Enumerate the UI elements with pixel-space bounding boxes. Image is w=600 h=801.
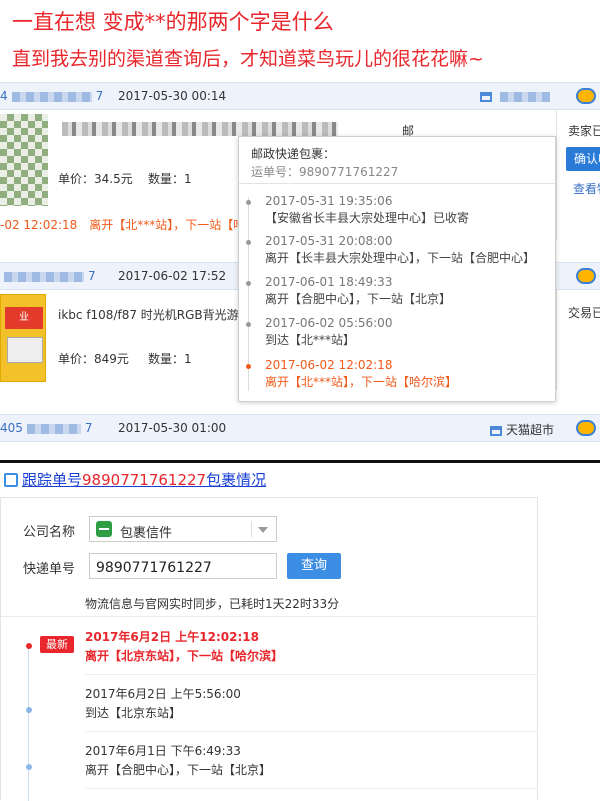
- tracking-event-latest: 2017年6月2日 上午12:02:18 离开【北京东站】，下一站【哈尔滨】: [85, 630, 284, 663]
- wangwang-icon[interactable]: [576, 88, 596, 104]
- newest-badge: 最新: [40, 636, 74, 653]
- caption-line-1: 一直在想 变成**的那两个字是什么: [12, 10, 334, 34]
- wangwang-icon[interactable]: [576, 268, 596, 284]
- column-divider: [556, 110, 557, 240]
- timeline-dot: [26, 707, 32, 713]
- order-header: 405 7 2017-05-30 01:00 天猫超市: [0, 414, 600, 442]
- item-thumbnail[interactable]: [0, 114, 48, 206]
- popup-event: 2017-05-31 20:08:00 离开【长丰县大宗处理中心】，下一站【合肥中…: [265, 234, 536, 265]
- popup-divider: [239, 183, 555, 184]
- timeline-dot: [246, 200, 251, 205]
- company-value: 包裹信件: [120, 526, 173, 541]
- popup-title: 邮政快递包裹：: [251, 147, 336, 161]
- number-label: 快递单号: [23, 562, 76, 577]
- company-label: 公司名称: [23, 525, 76, 540]
- chevron-down-icon[interactable]: [258, 527, 268, 533]
- timeline-line: [28, 648, 29, 801]
- order-list-screenshot: 47 2017-05-30 00:14 邮 单价：34.5元 数量：1 -02 …: [0, 80, 600, 460]
- caption-line-2: 直到我去别的渠道查询后，才知道菜鸟玩儿的很花花嘛~: [12, 48, 484, 70]
- tracking-header[interactable]: 跟踪单号9890771761227包裹情况: [4, 469, 266, 490]
- query-button[interactable]: 查询: [287, 553, 341, 579]
- blurred-id-icon: [11, 91, 92, 102]
- company-select[interactable]: 包裹信件: [89, 516, 277, 542]
- meme-caption: 一直在想 变成**的那两个字是什么 直到我去别的渠道查询后，才知道菜鸟玩儿的很花…: [0, 0, 600, 78]
- china-post-icon: [96, 521, 112, 537]
- order-id[interactable]: 405 7: [0, 421, 93, 435]
- trade-status: 交易已: [568, 306, 600, 320]
- popup-timeline-line: [248, 197, 249, 391]
- timeline-dot: [246, 240, 251, 245]
- popup-event: 2017-06-01 18:49:33 离开【合肥中心】，下一站【北京】: [265, 275, 452, 306]
- order-id[interactable]: 47: [0, 89, 103, 103]
- tracking-number-input[interactable]: [89, 553, 277, 579]
- blurred-item-title: [62, 122, 338, 136]
- logistics-status[interactable]: -02 12:02:18 离开【北***站】，下一站【哈尔: [0, 216, 257, 233]
- timeline-dot-latest: [26, 643, 32, 649]
- item-price: 单价：849元: [58, 352, 129, 366]
- popup-event-current: 2017-06-02 12:02:18 离开【北***站】，下一站【哈尔滨】: [265, 358, 458, 389]
- shop-icon[interactable]: [480, 89, 554, 103]
- keyboard-icon: [7, 337, 43, 363]
- order-header: 47 2017-05-30 00:14: [0, 82, 600, 110]
- tracking-icon: [4, 473, 18, 487]
- order-date: 2017-05-30 00:14: [118, 89, 227, 103]
- confirm-receipt-button[interactable]: 确认收: [566, 147, 600, 171]
- popup-tracking-number: 运单号：9890771761227: [251, 165, 399, 179]
- logistics-popup: 邮政快递包裹： 运单号：9890771761227 2017-05-31 19:…: [238, 136, 556, 402]
- keyboard-thumbnail[interactable]: 业: [0, 294, 46, 382]
- item-title[interactable]: ikbc f108/f87 时光机RGB背光游戏: [58, 306, 251, 323]
- wangwang-icon[interactable]: [576, 420, 596, 436]
- item-price: 单价：34.5元: [58, 172, 133, 186]
- timeline-dot: [246, 322, 251, 327]
- popup-event: 2017-05-31 19:35:06 【安徽省长丰县大宗处理中心】已收寄: [265, 194, 470, 225]
- column-divider: [556, 290, 557, 390]
- view-logistics-link[interactable]: 查看物: [573, 180, 600, 197]
- popup-event: 2017-06-02 05:56:00 到达【北***站】: [265, 316, 393, 347]
- seller-status: 卖家已: [568, 124, 600, 138]
- shop-name[interactable]: 天猫超市: [489, 421, 554, 438]
- thumb-label: 业: [5, 307, 43, 329]
- timeline-dot: [26, 764, 32, 770]
- item-quantity: 数量：1: [148, 172, 192, 186]
- item-quantity: 数量：1: [148, 352, 192, 366]
- sync-status: 物流信息与官网实时同步，已耗时1天22时33分: [85, 597, 340, 611]
- order-id[interactable]: 7: [0, 269, 96, 283]
- tracking-panel: 公司名称 包裹信件 快递单号 查询 物流信息与官网实时同步，已耗时1天22时33…: [0, 497, 538, 801]
- order-date: 2017-06-02 17:52: [118, 269, 227, 283]
- order-date: 2017-05-30 01:00: [118, 421, 227, 435]
- timeline-dot: [246, 281, 251, 286]
- tracking-event: 2017年6月1日 下午6:49:33 离开【合肥中心】，下一站【北京】: [85, 744, 272, 777]
- tracking-header-link[interactable]: 跟踪单号9890771761227包裹情况: [22, 471, 266, 489]
- tracking-event: 2017年6月2日 上午5:56:00 到达【北京东站】: [85, 687, 241, 720]
- timeline-dot-current: [246, 364, 251, 369]
- tracking-screenshot: 跟踪单号9890771761227包裹情况 公司名称 包裹信件 快递单号 查询 …: [0, 463, 600, 801]
